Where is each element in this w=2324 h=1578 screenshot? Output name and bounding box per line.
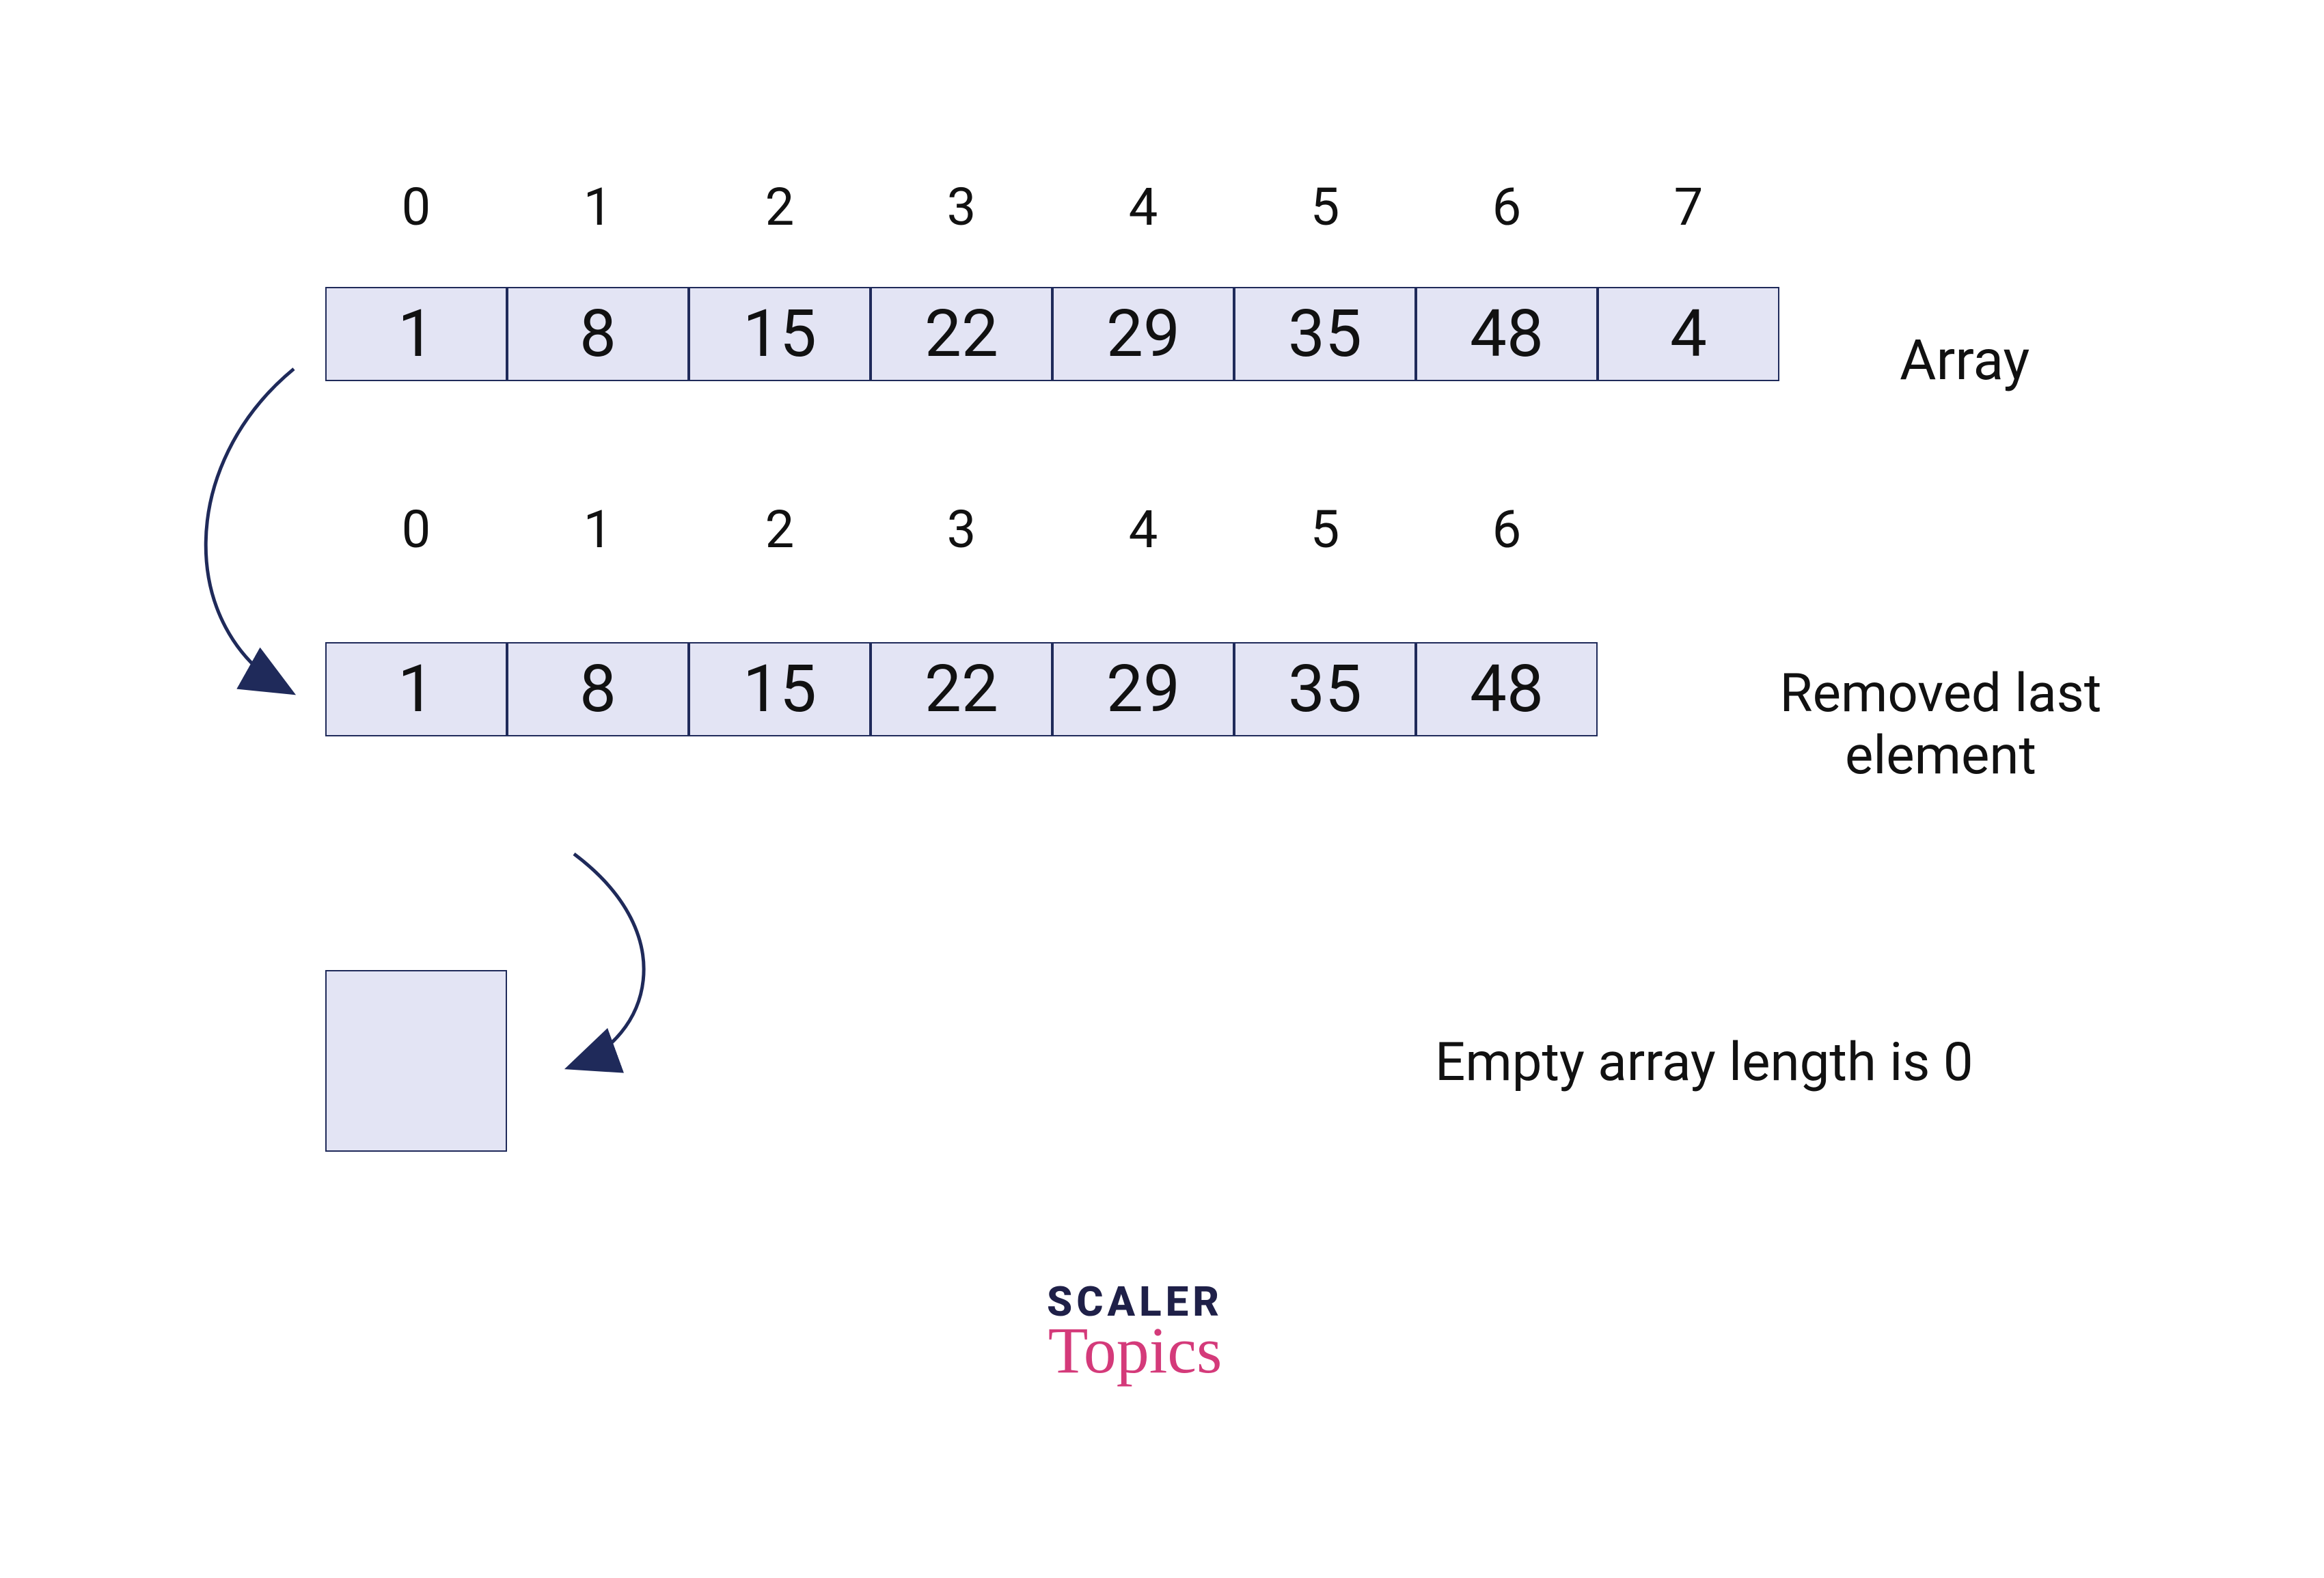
array2-label: Removed last element: [1695, 663, 2187, 787]
brand-topics-text: Topics: [1047, 1312, 1223, 1388]
array-cell: 35: [1234, 642, 1416, 736]
index-label: 0: [325, 176, 507, 238]
empty-array-cell: [325, 970, 507, 1152]
array-cell: 29: [1052, 287, 1234, 381]
index-label: 5: [1234, 499, 1416, 560]
array-cell: 48: [1416, 287, 1598, 381]
index-label: 5: [1234, 176, 1416, 238]
brand-logo: SCALER Topics: [1047, 1277, 1223, 1388]
curved-arrow-icon: [206, 369, 294, 690]
index-label: 0: [325, 499, 507, 560]
array-cell: 22: [871, 287, 1052, 381]
index-label: 1: [507, 176, 689, 238]
array1-label: Array: [1900, 328, 2029, 393]
array1-row: 1 8 15 22 29 35 48 4: [325, 287, 1779, 381]
index-label: 2: [689, 499, 871, 560]
index-label: 3: [871, 499, 1052, 560]
array3-label: Empty array length is 0: [1435, 1032, 1973, 1094]
array-cell: 48: [1416, 642, 1598, 736]
index-label: 7: [1598, 176, 1779, 238]
curved-arrow-icon: [574, 854, 644, 1066]
array-cell: 1: [325, 642, 507, 736]
array-cell: 15: [689, 642, 871, 736]
array-cell: 35: [1234, 287, 1416, 381]
array2-row: 1 8 15 22 29 35 48: [325, 642, 1598, 736]
index-label: 6: [1416, 176, 1598, 238]
array2-indices: 0 1 2 3 4 5 6: [325, 499, 1598, 560]
array-cell: 1: [325, 287, 507, 381]
index-label: 6: [1416, 499, 1598, 560]
array-cell: 29: [1052, 642, 1234, 736]
array1-indices: 0 1 2 3 4 5 6 7: [325, 176, 1779, 238]
array-cell: 15: [689, 287, 871, 381]
index-label: 3: [871, 176, 1052, 238]
array-cell: 8: [507, 287, 689, 381]
index-label: 4: [1052, 176, 1234, 238]
index-label: 2: [689, 176, 871, 238]
array-cell: 22: [871, 642, 1052, 736]
index-label: 4: [1052, 499, 1234, 560]
array-cell: 8: [507, 642, 689, 736]
index-label: 1: [507, 499, 689, 560]
array-cell: 4: [1598, 287, 1779, 381]
